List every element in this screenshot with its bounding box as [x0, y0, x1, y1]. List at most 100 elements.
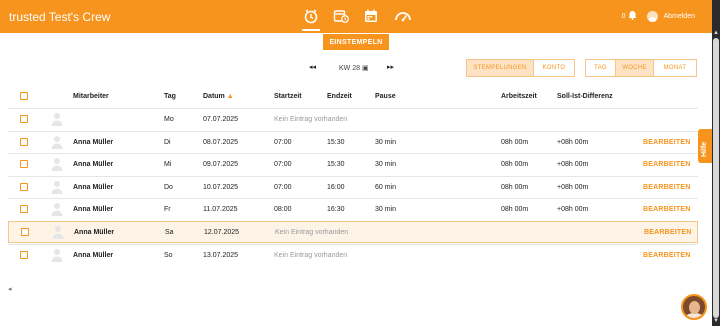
logout-link[interactable]: Abmelden [663, 13, 695, 20]
table-row[interactable]: Anna Müller Do 10.07.2025 07:00 16:00 60 min 0… [8, 175, 698, 198]
date-cell: 12.07.2025 [204, 229, 240, 236]
table-row[interactable]: Anna Müller So 13.07.2025 Kein Eintrag vorh… [8, 243, 698, 266]
scroll-down-arrow-icon[interactable]: ▼ [713, 318, 719, 324]
table-row[interactable]: Anna Müller Sa 12.07.2025 Kein Eintrag vorh… [8, 221, 698, 243]
employee-name: Anna Müller [73, 161, 114, 169]
bell-icon[interactable] [628, 10, 637, 22]
vertical-scrollbar[interactable]: ▲ ▼ [712, 0, 720, 326]
tab-stempelungen[interactable]: STEMPELUNGEN [467, 60, 534, 76]
person-placeholder-icon [51, 135, 63, 149]
col-tag[interactable]: Tag [164, 93, 176, 100]
edit-button[interactable]: BEARBEITEN [643, 184, 691, 191]
calendar-clock-icon[interactable] [333, 8, 349, 24]
person-placeholder-icon [51, 180, 63, 194]
person-placeholder-icon [52, 226, 64, 239]
employee-name: Anna Müller [73, 251, 114, 259]
end-time-cell: 15:30 [327, 161, 345, 169]
table-row[interactable]: Mo 07.07.2025 Kein Eintrag vorhanden [8, 108, 698, 130]
row-checkbox[interactable] [20, 205, 28, 214]
start-time-cell: 07:00 [274, 183, 292, 191]
empty-entry-text: Kein Eintrag vorhanden [274, 116, 348, 123]
date-cell: 11.07.2025 [203, 206, 238, 214]
employee-name: Anna Müller [73, 183, 114, 191]
pause-cell: 60 min [375, 183, 397, 191]
table-header: Mitarbeiter Tag Datum ▲ Startzeit Endzeit… [8, 86, 698, 108]
table-row[interactable]: Anna Müller Mi 09.07.2025 07:00 15:30 30 min 0… [8, 153, 698, 175]
row-checkbox[interactable] [20, 182, 28, 191]
employee-name: Anna Müller [73, 206, 114, 214]
row-checkbox[interactable] [21, 228, 29, 236]
col-pause[interactable]: Pause [375, 93, 396, 100]
active-nav-indicator [302, 29, 320, 31]
user-avatar[interactable] [647, 10, 659, 22]
date-cell: 10.07.2025 [203, 183, 239, 191]
previous-week-button[interactable]: ◂◂ [309, 63, 316, 71]
pause-cell: 30 min [375, 206, 397, 214]
day-cell: Fr [164, 206, 171, 214]
empty-entry-text: Kein Eintrag vorhanden [275, 229, 349, 236]
day-cell: Di [164, 138, 171, 146]
day-cell: Do [164, 183, 173, 191]
row-checkbox[interactable] [20, 160, 28, 169]
scrollbar-thumb[interactable] [713, 38, 719, 318]
day-cell: Mi [164, 161, 172, 169]
tab-woche[interactable]: WOCHE [616, 60, 654, 76]
period-toggle: TAG WOCHE MONAT [585, 59, 697, 77]
edit-button[interactable]: BEARBEITEN [643, 252, 691, 259]
tab-tag[interactable]: TAG [586, 60, 616, 76]
col-startzeit[interactable]: Startzeit [274, 93, 302, 100]
row-checkbox[interactable] [20, 115, 28, 123]
edit-button[interactable]: BEARBEITEN [643, 139, 691, 146]
day-cell: Sa [165, 229, 174, 236]
day-cell: Mo [164, 116, 174, 123]
end-time-cell: 15:30 [327, 138, 345, 146]
user-area: 0 Abmelden [622, 10, 695, 22]
row-checkbox[interactable] [20, 137, 28, 146]
col-differenz[interactable]: Soll-Ist-Differenz [557, 93, 613, 100]
table-row[interactable]: Anna Müller Di 08.07.2025 07:00 15:30 30 min 0… [8, 130, 698, 153]
empty-entry-text: Kein Eintrag vorhanden [274, 251, 348, 259]
col-endzeit[interactable]: Endzeit [327, 93, 352, 100]
work-time-cell: 08h 00m [501, 161, 529, 169]
edit-button[interactable]: BEARBEITEN [644, 229, 692, 236]
einstempeln-button[interactable]: EINSTEMPELN [323, 34, 389, 50]
start-time-cell: 08:00 [274, 206, 292, 214]
date-cell: 08.07.2025 [203, 138, 239, 146]
employee-name: Anna Müller [74, 229, 115, 236]
date-cell: 07.07.2025 [203, 116, 239, 123]
date-cell: 09.07.2025 [203, 161, 239, 169]
start-time-cell: 07:00 [274, 138, 292, 146]
date-cell: 13.07.2025 [203, 251, 239, 259]
table-row[interactable]: Anna Müller Fr 11.07.2025 08:00 16:30 30 min 0… [8, 198, 698, 220]
edit-button[interactable]: BEARBEITEN [643, 161, 691, 168]
col-arbeitszeit[interactable]: Arbeitszeit [501, 93, 537, 100]
select-all-checkbox[interactable] [20, 92, 28, 100]
tab-monat[interactable]: MONAT [654, 60, 696, 76]
col-datum[interactable]: Datum ▲ [203, 93, 234, 100]
calendar-icon[interactable] [363, 8, 379, 24]
difference-cell: +08h 00m [557, 138, 589, 146]
clock-icon[interactable] [303, 8, 319, 24]
person-placeholder-icon [51, 113, 63, 126]
tachometer-icon[interactable] [394, 8, 411, 24]
tab-konto[interactable]: KONTO [534, 60, 574, 76]
week-label[interactable]: KW 28 ▣ [339, 64, 369, 72]
col-mitarbeiter[interactable]: Mitarbeiter [73, 93, 109, 100]
end-time-cell: 16:00 [327, 183, 345, 191]
hilfe-tab[interactable]: Hilfe [698, 129, 712, 163]
scroll-up-arrow-icon[interactable]: ▲ [713, 30, 719, 36]
person-placeholder-icon [51, 203, 63, 217]
scroll-left-arrow-icon[interactable]: ◂ [8, 285, 12, 293]
row-checkbox[interactable] [20, 250, 28, 259]
end-time-cell: 16:30 [327, 206, 345, 214]
person-placeholder-icon [51, 158, 63, 172]
edit-button[interactable]: BEARBEITEN [643, 206, 691, 213]
view-mode-toggle: STEMPELUNGEN KONTO [466, 59, 575, 77]
brand-title: trusted Test's Crew [9, 10, 111, 24]
notification-count: 0 [621, 12, 626, 20]
next-week-button[interactable]: ▸▸ [387, 63, 394, 71]
support-chat-avatar[interactable] [681, 294, 707, 320]
employee-name: Anna Müller [73, 138, 114, 146]
work-time-cell: 08h 00m [501, 138, 529, 146]
calendar-small-icon: ▣ [361, 65, 369, 72]
